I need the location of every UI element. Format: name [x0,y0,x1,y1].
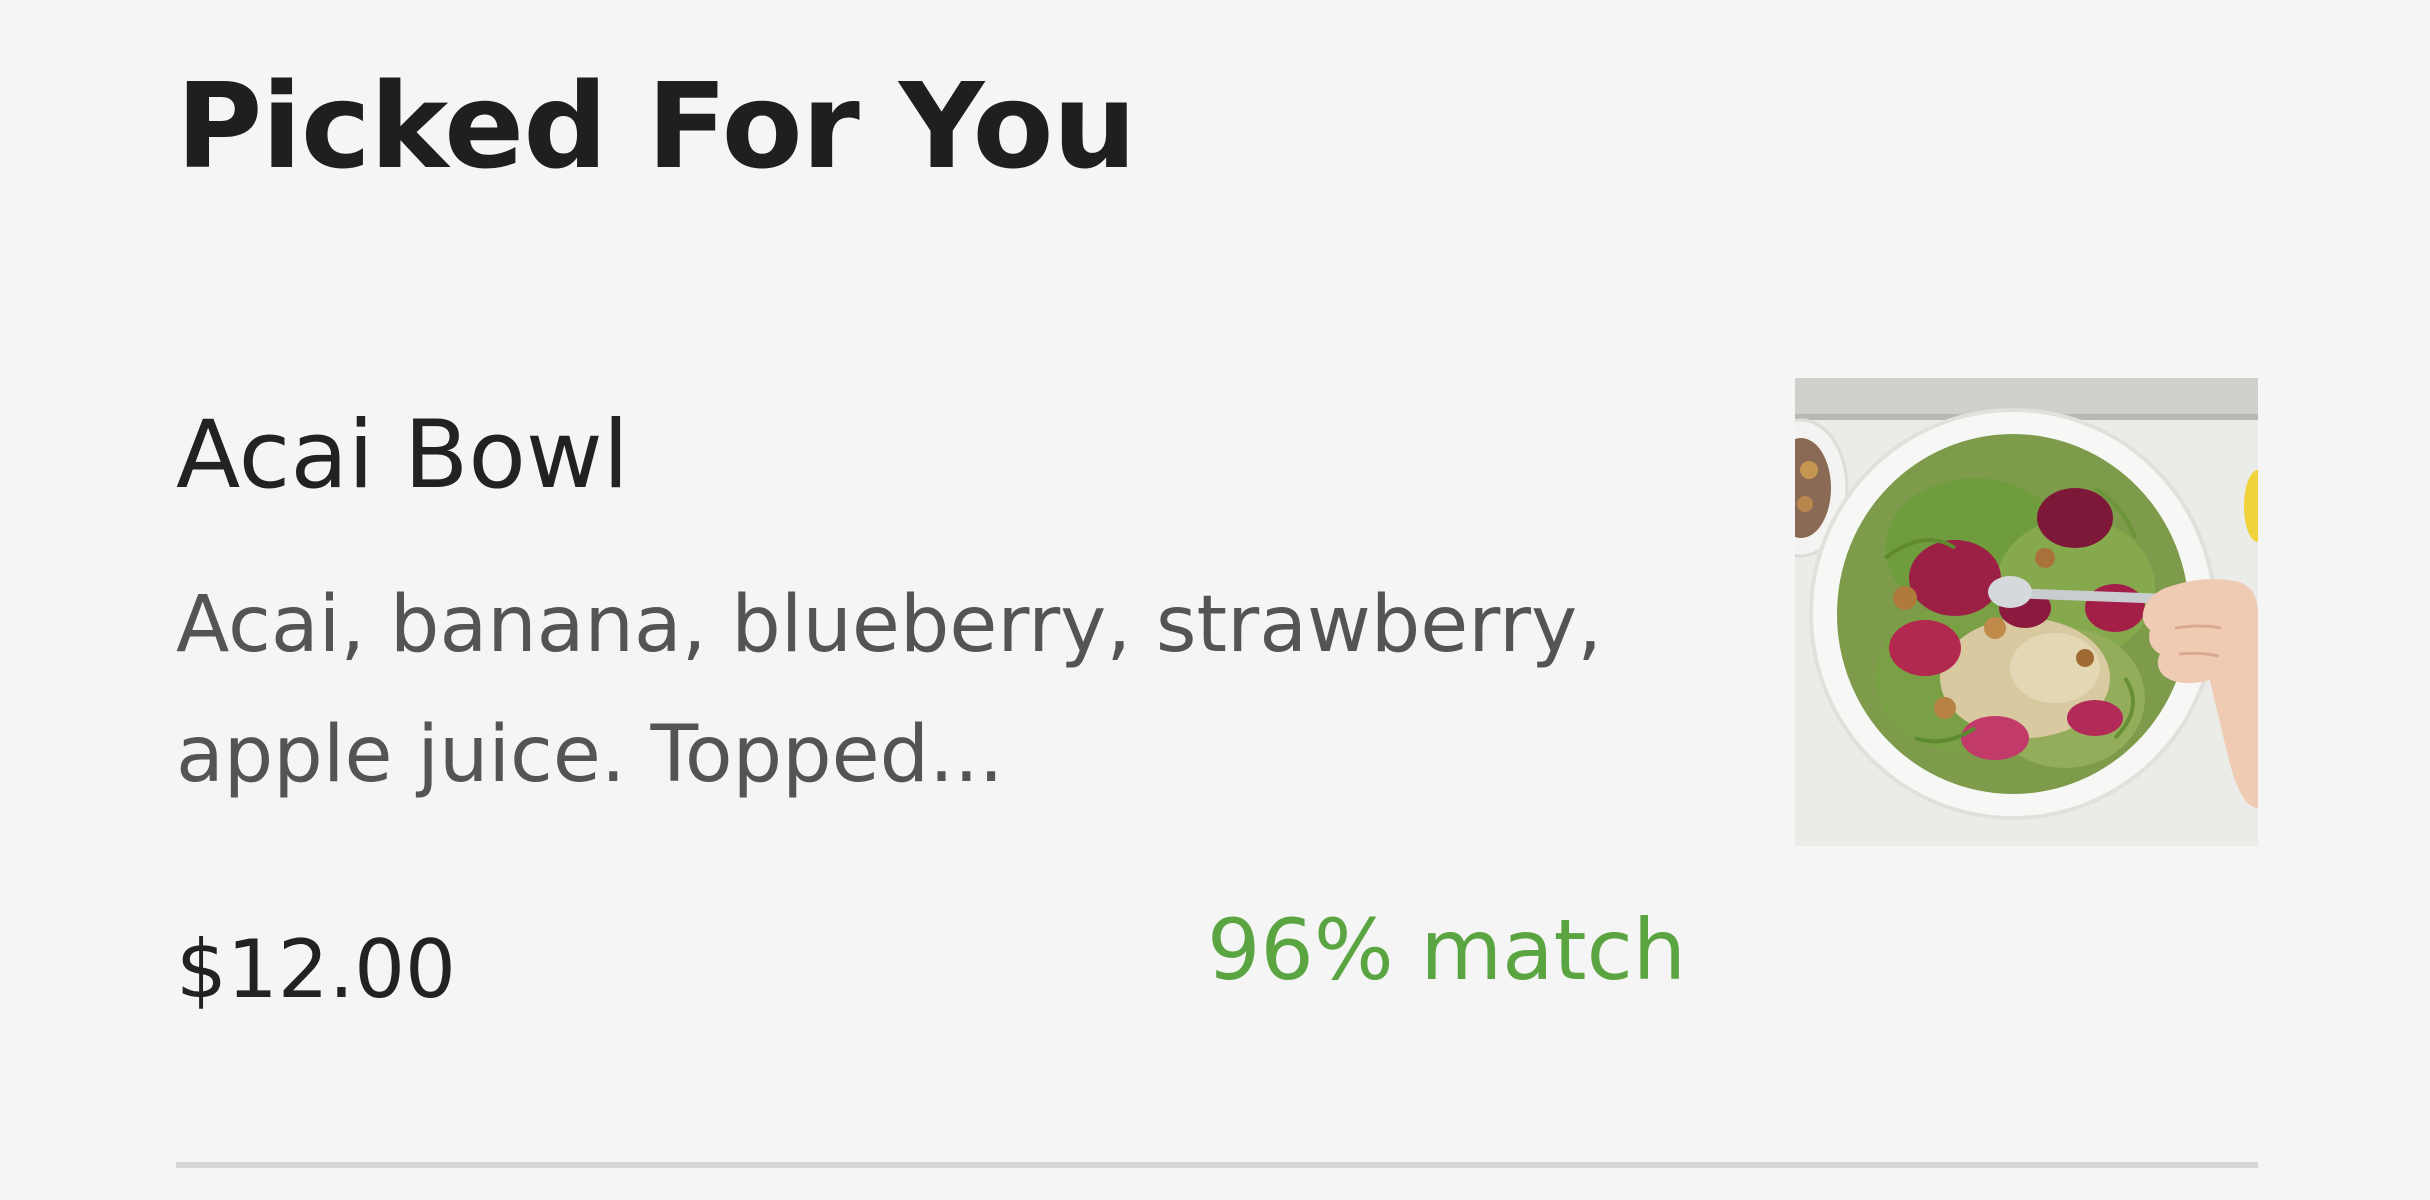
menu-page: Picked For You Acai Bowl Acai, banana, b… [0,0,2430,1200]
item-description: Acai, banana, blueberry, strawberry, app… [176,580,1603,800]
section-title: Picked For You [176,57,1137,195]
item-name: Acai Bowl [176,401,629,510]
menu-item-card[interactable]: Acai Bowl Acai, banana, blueberry, straw… [0,360,2430,1180]
section-divider [176,1162,2258,1168]
match-score: 96% match [1206,901,1686,999]
item-photo[interactable] [1795,378,2258,846]
item-price: $12.00 [176,923,456,1016]
salad-bowl-photo-icon [1795,378,2258,846]
